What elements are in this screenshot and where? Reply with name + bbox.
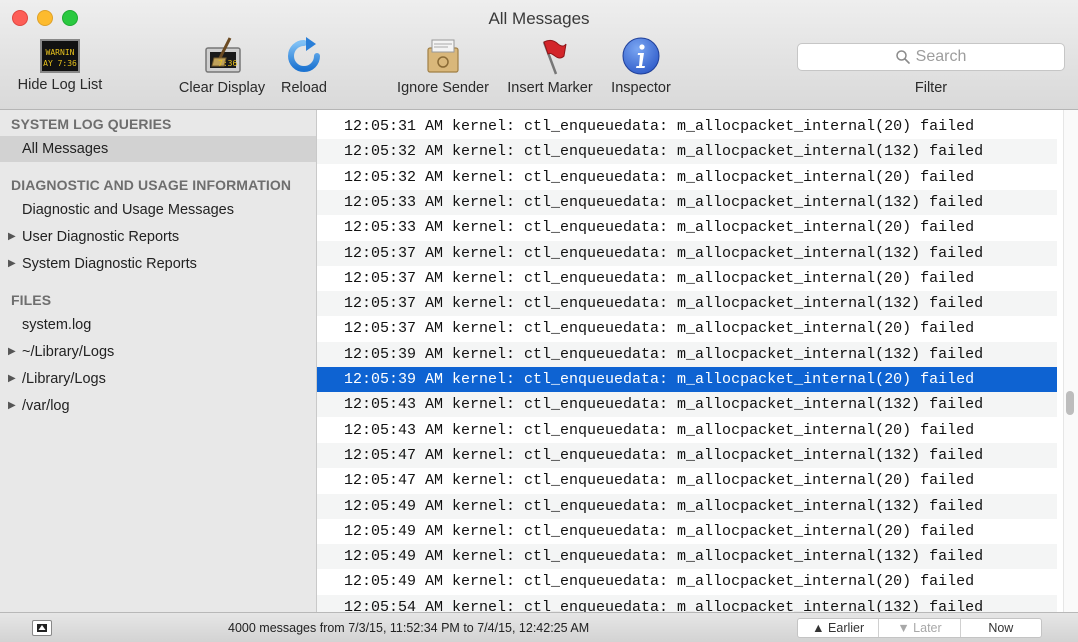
clear-icon-text: 7:36	[218, 59, 238, 68]
reload-icon	[284, 36, 324, 76]
sidebar-item-system-log[interactable]: system.log	[0, 312, 316, 338]
info-icon	[621, 36, 661, 76]
scroll-thumb[interactable]	[1066, 391, 1074, 415]
log-row[interactable]: 12:05:33 AM kernel: ctl_enqueuedata: m_a…	[317, 189, 1057, 215]
search-icon	[895, 50, 910, 64]
title-toolbar: All Messages WARNIN AY 7:36 Hide Log Lis…	[0, 0, 1078, 110]
arrow-down-icon: ▼	[897, 621, 910, 635]
log-row[interactable]: 12:05:49 AM kernel: ctl_enqueuedata: m_a…	[317, 493, 1057, 519]
log-row[interactable]: 12:05:31 AM kernel: ctl_enqueuedata: m_a…	[317, 114, 1057, 139]
sidebar-item-library-logs[interactable]: ▶ /Library/Logs	[0, 366, 316, 392]
sidebar-item-label: All Messages	[22, 141, 109, 157]
earlier-button[interactable]: ▲ Earlier	[798, 619, 880, 637]
disclosure-triangle-icon[interactable]: ▶	[8, 339, 16, 365]
sidebar-item-all-messages[interactable]: All Messages	[0, 136, 316, 162]
sidebar-item-var-log[interactable]: ▶ /var/log	[0, 393, 316, 419]
warning-icon-text-bottom: AY 7:36	[43, 59, 77, 68]
time-navigation: ▲ Earlier ▼ Later Now	[797, 618, 1042, 638]
sidebar-item-label: System Diagnostic Reports	[22, 256, 197, 272]
log-row[interactable]: 12:05:39 AM kernel: ctl_enqueuedata: m_a…	[317, 341, 1057, 367]
clear-display-label: Clear Display	[178, 80, 266, 96]
sidebar-item-label: /var/log	[22, 398, 70, 414]
log-row[interactable]: 12:05:37 AM kernel: ctl_enqueuedata: m_a…	[317, 291, 1057, 317]
insert-marker-label: Insert Marker	[507, 80, 593, 96]
window-title: All Messages	[488, 9, 590, 28]
ignore-sender-button[interactable]: Ignore Sender	[392, 36, 494, 96]
log-row[interactable]: 12:05:32 AM kernel: ctl_enqueuedata: m_a…	[317, 139, 1057, 165]
clear-display-button[interactable]: 7:36 Clear Display	[174, 36, 270, 96]
log-row[interactable]: 12:05:33 AM kernel: ctl_enqueuedata: m_a…	[317, 215, 1057, 240]
sidebar-item-label: /Library/Logs	[22, 371, 106, 387]
later-button[interactable]: ▼ Later	[879, 619, 961, 637]
message-count-status: 4000 messages from 7/3/15, 11:52:34 PM t…	[228, 621, 590, 635]
log-row[interactable]: 12:05:37 AM kernel: ctl_enqueuedata: m_a…	[317, 266, 1057, 291]
sidebar-item-label: Diagnostic and Usage Messages	[22, 202, 234, 218]
section-system-log-queries: SYSTEM LOG QUERIES	[11, 116, 172, 132]
disclosure-triangle-icon[interactable]: ▶	[8, 251, 16, 277]
triangle-up-icon	[37, 624, 47, 632]
later-label: Later	[913, 621, 942, 635]
log-row[interactable]: 12:05:37 AM kernel: ctl_enqueuedata: m_a…	[317, 240, 1057, 266]
sidebar-item-user-library-logs[interactable]: ▶ ~/Library/Logs	[0, 339, 316, 365]
log-row[interactable]: 12:05:49 AM kernel: ctl_enqueuedata: m_a…	[317, 569, 1057, 594]
log-row[interactable]: 12:05:47 AM kernel: ctl_enqueuedata: m_a…	[317, 468, 1057, 493]
disclosure-triangle-icon[interactable]: ▶	[8, 224, 16, 250]
hide-log-list-button[interactable]: WARNIN AY 7:36 Hide Log List	[12, 36, 108, 93]
log-row[interactable]: 12:05:49 AM kernel: ctl_enqueuedata: m_a…	[317, 544, 1057, 570]
sidebar-item-label: ~/Library/Logs	[22, 344, 115, 360]
vertical-scrollbar[interactable]	[1063, 110, 1078, 612]
now-label: Now	[988, 621, 1014, 635]
hide-log-list-label: Hide Log List	[17, 77, 103, 93]
log-row[interactable]: 12:05:39 AM kernel: ctl_enqueuedata: m_a…	[317, 367, 1057, 392]
arrow-up-icon: ▲	[812, 621, 825, 635]
status-bar: 4000 messages from 7/3/15, 11:52:34 PM t…	[0, 612, 1078, 642]
log-row[interactable]: 12:05:32 AM kernel: ctl_enqueuedata: m_a…	[317, 165, 1057, 190]
reload-label: Reload	[281, 80, 327, 96]
log-row[interactable]: 12:05:54 AM kernel: ctl_enqueuedata: m_a…	[317, 594, 1057, 612]
sidebar-item-system-diagnostic-reports[interactable]: ▶ System Diagnostic Reports	[0, 251, 316, 277]
log-message-list[interactable]: 12:05:31 AM kernel: ctl_enqueuedata: m_a…	[317, 110, 1063, 612]
earlier-label: Earlier	[828, 621, 865, 635]
sidebar: SYSTEM LOG QUERIES All Messages DIAGNOST…	[0, 110, 317, 612]
search-placeholder: Search	[915, 48, 967, 65]
section-files: FILES	[11, 292, 52, 308]
now-button[interactable]: Now	[961, 619, 1041, 637]
inspector-button[interactable]: Inspector	[606, 36, 676, 96]
filter-label: Filter	[914, 80, 948, 96]
disclosure-triangle-icon[interactable]: ▶	[8, 366, 16, 392]
sidebar-item-user-diagnostic-reports[interactable]: ▶ User Diagnostic Reports	[0, 224, 316, 250]
ignore-sender-label: Ignore Sender	[397, 80, 489, 96]
toggle-drawer-button[interactable]	[32, 620, 52, 636]
broom-console-icon: 7:36	[202, 36, 242, 76]
reload-button[interactable]: Reload	[278, 36, 330, 96]
log-row[interactable]: 12:05:43 AM kernel: ctl_enqueuedata: m_a…	[317, 392, 1057, 418]
sidebar-item-label: system.log	[22, 317, 92, 333]
section-diagnostic-usage: DIAGNOSTIC AND USAGE INFORMATION	[11, 177, 292, 193]
sidebar-item-label: User Diagnostic Reports	[22, 229, 180, 245]
inspector-label: Inspector	[611, 80, 671, 96]
log-row[interactable]: 12:05:47 AM kernel: ctl_enqueuedata: m_a…	[317, 442, 1057, 468]
insert-marker-button[interactable]: Insert Marker	[502, 36, 598, 96]
disclosure-triangle-icon[interactable]: ▶	[8, 393, 16, 419]
sidebar-item-diagnostic-usage-messages[interactable]: Diagnostic and Usage Messages	[0, 197, 316, 223]
warning-icon-text-top: WARNIN	[45, 48, 75, 57]
warning-console-icon: WARNIN AY 7:36	[40, 39, 80, 73]
search-input[interactable]: Search	[797, 43, 1065, 71]
flag-marker-icon	[530, 36, 570, 76]
log-row[interactable]: 12:05:49 AM kernel: ctl_enqueuedata: m_a…	[317, 519, 1057, 544]
log-row[interactable]: 12:05:37 AM kernel: ctl_enqueuedata: m_a…	[317, 316, 1057, 341]
ignore-sender-icon	[423, 36, 463, 76]
log-row[interactable]: 12:05:43 AM kernel: ctl_enqueuedata: m_a…	[317, 418, 1057, 443]
